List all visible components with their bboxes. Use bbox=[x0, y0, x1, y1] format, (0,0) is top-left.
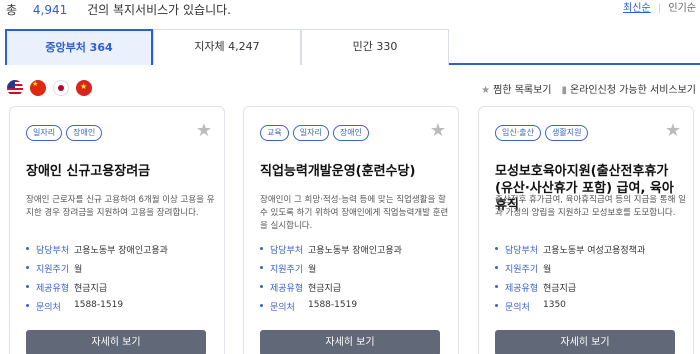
details-button[interactable]: 자세히 보기 bbox=[495, 330, 675, 354]
tab-private[interactable]: 민간 330 bbox=[301, 29, 449, 65]
service-card: 임신·출산 생활지원 ★ 모성보호육아지원(출산전후휴가(유산·사산휴가 포함)… bbox=[478, 106, 694, 354]
favorite-star-icon[interactable]: ★ bbox=[665, 121, 681, 141]
details-button[interactable]: 자세히 보기 bbox=[26, 330, 206, 354]
japanese-flag-icon[interactable] bbox=[53, 80, 69, 96]
tab-central-ministry[interactable]: 중앙부처 364 bbox=[5, 29, 153, 65]
info-value: 1588-1519 bbox=[308, 300, 358, 310]
summary-prefix: 총 bbox=[6, 3, 18, 17]
favorites-filter-link[interactable]: ★ 찜한 목록보기 bbox=[481, 81, 551, 96]
info-row: 문의처 1588-1519 bbox=[26, 300, 218, 319]
service-description: 장애인 근로자를 신규 고용하여 6개월 이상 고용을 유지한 경우 장려금을 … bbox=[26, 195, 215, 218]
online-filter-link[interactable]: ▮ 온라인신청 가능한 서비스보기 bbox=[562, 81, 696, 96]
info-row: 제공유형 현금지급 bbox=[260, 281, 452, 300]
info-row: 담당부처 고용노동부 장애인고용과 bbox=[260, 243, 452, 262]
info-label: 제공유형 bbox=[260, 281, 308, 300]
info-value: 고용노동부 장애인고용과 bbox=[74, 246, 168, 256]
info-label: 문의처 bbox=[26, 300, 74, 319]
info-label: 제공유형 bbox=[495, 281, 543, 300]
language-selector bbox=[7, 80, 92, 96]
tag-list: 교육 일자리 장애인 bbox=[260, 125, 369, 141]
info-value: 1588-1519 bbox=[74, 300, 124, 310]
sort-popular-link[interactable]: 인기순 bbox=[668, 3, 696, 14]
bookmark-icon: ▮ bbox=[561, 85, 568, 96]
favorite-star-icon[interactable]: ★ bbox=[196, 121, 212, 141]
service-info: 담당부처 고용노동부 장애인고용과 지원주기 월 제공유형 현금지급 문의처 1588-… bbox=[26, 243, 218, 319]
details-button[interactable]: 자세히 보기 bbox=[260, 330, 440, 354]
info-row: 제공유형 현금지급 bbox=[495, 281, 687, 300]
info-value: 1350 bbox=[543, 300, 566, 310]
list-filters: ★ 찜한 목록보기 ▮ 온라인신청 가능한 서비스보기 bbox=[481, 81, 696, 96]
chinese-flag-icon[interactable] bbox=[30, 80, 46, 96]
category-tag[interactable]: 생활지원 bbox=[544, 125, 589, 141]
service-info: 담당부처 고용노동부 장애인고용과 지원주기 월 제공유형 현금지급 문의처 1588-… bbox=[260, 243, 452, 319]
info-row: 지원주기 월 bbox=[260, 262, 452, 281]
info-label: 지원주기 bbox=[26, 262, 74, 281]
category-tag[interactable]: 장애인 bbox=[332, 125, 369, 141]
tag-list: 임신·출산 생활지원 bbox=[495, 125, 589, 141]
tab-local-government[interactable]: 지자체 4,247 bbox=[153, 29, 301, 65]
result-count: 4,941 bbox=[32, 3, 68, 17]
vietnamese-flag-icon[interactable] bbox=[76, 80, 92, 96]
info-label: 지원주기 bbox=[495, 262, 543, 281]
info-row: 지원주기 월 bbox=[26, 262, 218, 281]
category-tag[interactable]: 일자리 bbox=[26, 125, 63, 141]
tag-list: 일자리 장애인 bbox=[26, 125, 103, 141]
info-label: 지원주기 bbox=[260, 262, 308, 281]
sort-options: 최신순 | 인기순 bbox=[623, 0, 696, 14]
info-value: 고용노동부 장애인고용과 bbox=[308, 246, 402, 256]
info-label: 문의처 bbox=[495, 300, 543, 319]
info-label: 제공유형 bbox=[26, 281, 74, 300]
info-value: 월 bbox=[74, 265, 83, 275]
service-card: 교육 일자리 장애인 ★ 직업능력개발운영(훈련수당) 장애인이 그 희망·적성… bbox=[243, 106, 459, 354]
info-value: 현금지급 bbox=[543, 284, 577, 294]
result-summary: 총 4,941 건의 복지서비스가 있습니다. bbox=[6, 1, 231, 18]
info-value: 현금지급 bbox=[308, 284, 342, 294]
info-row: 담당부처 고용노동부 여성고용정책과 bbox=[495, 243, 687, 262]
info-label: 담당부처 bbox=[260, 243, 308, 262]
english-flag-icon[interactable] bbox=[7, 80, 23, 96]
info-label: 담당부처 bbox=[26, 243, 74, 262]
category-tag[interactable]: 교육 bbox=[260, 125, 289, 141]
info-row: 문의처 1350 bbox=[495, 300, 687, 319]
summary-suffix: 건의 복지서비스가 있습니다. bbox=[87, 3, 231, 17]
service-info: 담당부처 고용노동부 여성고용정책과 지원주기 월 제공유형 현금지급 문의처 1350 bbox=[495, 243, 687, 319]
favorites-filter-label: 찜한 목록보기 bbox=[493, 85, 552, 96]
service-title[interactable]: 직업능력개발운영(훈련수당) bbox=[260, 163, 450, 180]
info-row: 제공유형 현금지급 bbox=[26, 281, 218, 300]
info-value: 고용노동부 여성고용정책과 bbox=[543, 246, 646, 256]
service-description: 출산전후 휴가급여, 육아휴직급여 등의 지급을 통해 일과 가정의 양립을 지… bbox=[495, 195, 686, 218]
info-row: 문의처 1588-1519 bbox=[260, 300, 452, 319]
service-title[interactable]: 장애인 신규고용장려금 bbox=[26, 163, 216, 180]
category-tag[interactable]: 일자리 bbox=[292, 125, 329, 141]
info-label: 문의처 bbox=[260, 300, 308, 319]
category-tabs: 중앙부처 364 지자체 4,247 민간 330 bbox=[5, 29, 700, 65]
online-filter-label: 온라인신청 가능한 서비스보기 bbox=[570, 85, 696, 96]
sort-separator: | bbox=[657, 3, 662, 14]
info-row: 담당부처 고용노동부 장애인고용과 bbox=[26, 243, 218, 262]
service-description: 장애인이 그 희망·적성·능력 등에 맞는 직업생활을 할 수 있도록 하기 위… bbox=[260, 195, 449, 231]
category-tag[interactable]: 장애인 bbox=[66, 125, 103, 141]
info-value: 월 bbox=[308, 265, 317, 275]
info-value: 현금지급 bbox=[74, 284, 108, 294]
service-card: 일자리 장애인 ★ 장애인 신규고용장려금 장애인 근로자를 신규 고용하여 6… bbox=[9, 106, 225, 354]
favorite-star-icon[interactable]: ★ bbox=[430, 121, 446, 141]
info-value: 월 bbox=[543, 265, 552, 275]
info-label: 담당부처 bbox=[495, 243, 543, 262]
category-tag[interactable]: 임신·출산 bbox=[495, 125, 541, 141]
star-icon: ★ bbox=[481, 85, 491, 96]
info-row: 지원주기 월 bbox=[495, 262, 687, 281]
sort-latest-link[interactable]: 최신순 bbox=[623, 3, 651, 14]
